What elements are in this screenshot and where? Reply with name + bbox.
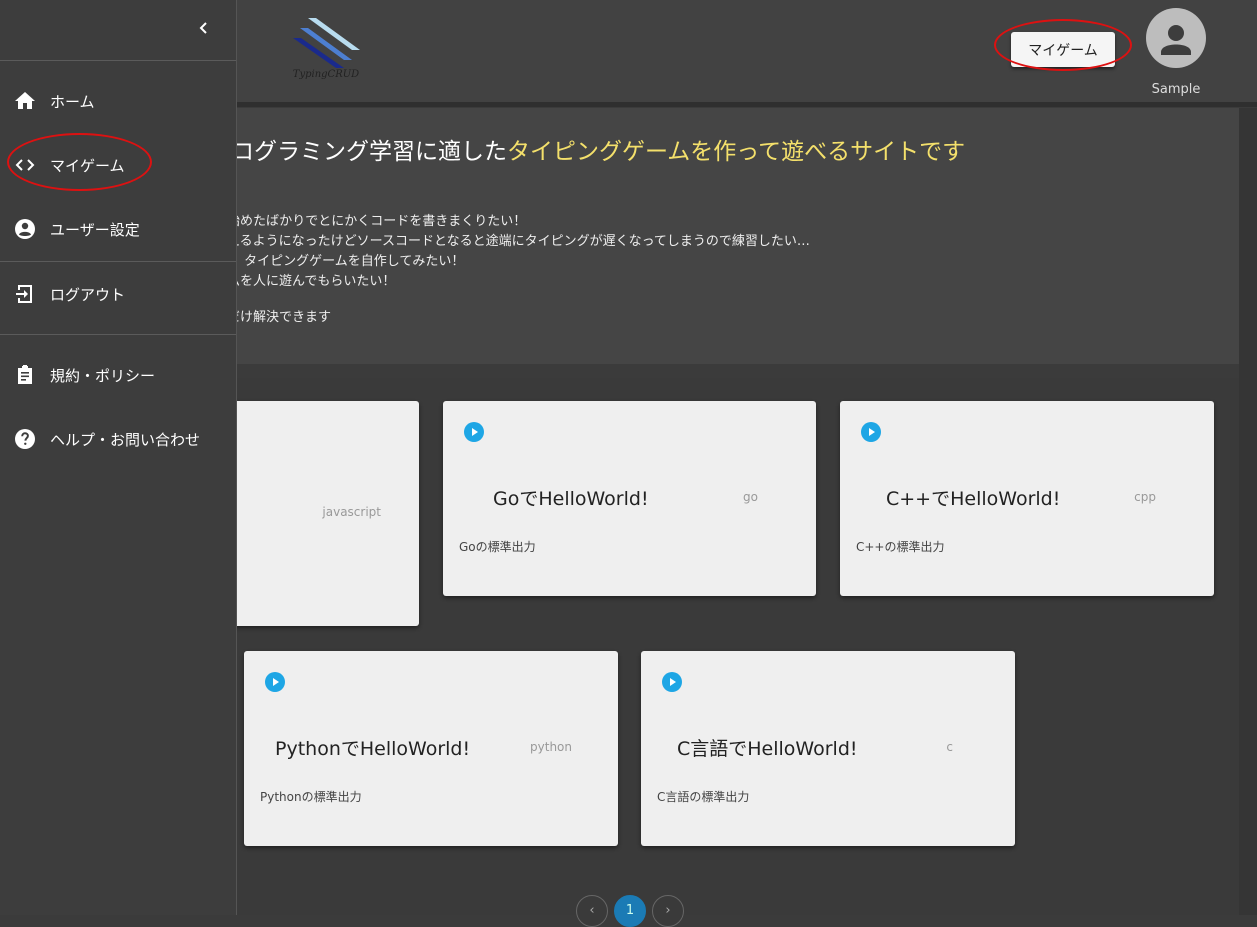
sidebar-item-terms[interactable]: 規約・ポリシー [0,351,236,399]
clipboard-icon [18,365,32,384]
sidebar-item-label: ヘルプ・お問い合わせ [50,431,201,449]
hero-line: えるようになったけどソースコードとなると途端にタイピングが遅くなってしまうので練… [237,234,810,249]
navigation-drawer: ホーム マイゲーム ユーザー設定 ログアウト 規約・ポリシー ヘルプ・お問い合わ… [0,0,237,915]
divider [0,261,236,262]
typingcrud-logo[interactable]: TypingCRUD [290,14,362,86]
avatar[interactable] [1146,8,1206,68]
hero-title: ログラミング学習に適したタイピングゲームを作って遊べるサイトです [237,132,965,166]
sidebar-item-label: ログアウト [50,286,126,304]
logout-icon [16,285,32,303]
pagination-next-button[interactable]: › [652,895,684,927]
hero-section: ログラミング学習に適したタイピングゲームを作って遊べるサイトです 始めたばかりで… [237,108,1239,364]
hero-line: ムを人に遊んでもらいたい！ [237,274,396,289]
card-description: Goの標準出力 [459,540,536,554]
hero-footer: だけ解決できます [237,310,332,325]
game-card-go[interactable]: GoでHelloWorld! go Goの標準出力 [443,401,816,596]
help-icon [15,429,35,449]
card-title: C言語でHelloWorld! [677,738,858,760]
card-language: go [743,490,758,504]
account-circle-icon [15,219,35,239]
sidebar-item-user-settings[interactable]: ユーザー設定 [0,205,236,253]
hero-title-accent: タイピングゲームを作って遊べるサイトです [507,139,966,165]
pagination-prev-button[interactable]: ‹ [576,895,608,927]
pagination-page-1[interactable]: 1 [614,895,646,927]
hero-title-plain: ログラミング学習に適した [237,139,507,165]
hero-line: 始めたばかりでとにかくコードを書きまくりたい！ [237,214,527,229]
sidebar-item-label: ホーム [50,93,95,111]
card-language: python [530,740,572,754]
card-language: c [946,740,953,754]
logo-icon [293,18,360,68]
card-description: C++の標準出力 [856,540,945,554]
chevron-left-icon [199,22,207,34]
logo-text: TypingCRUD [292,69,360,80]
game-card-javascript[interactable]: javascript [217,401,419,626]
card-language: javascript [322,505,381,519]
card-title: GoでHelloWorld! [493,488,649,510]
hero-line: く タイピングゲームを自作してみたい！ [237,254,465,269]
play-icon[interactable] [861,422,881,442]
divider [0,334,236,335]
sidebar-item-label: ユーザー設定 [50,221,140,239]
sidebar-item-logout[interactable]: ログアウト [0,270,236,318]
annotation-circle [994,19,1132,71]
play-icon[interactable] [265,672,285,692]
collapse-drawer-button[interactable] [192,16,216,40]
sidebar-item-label: 規約・ポリシー [50,367,156,385]
divider [0,60,236,61]
game-list: javascript GoでHelloWorld! go Goの標準出力 C++… [217,378,1239,915]
card-title: PythonでHelloWorld! [275,738,471,760]
play-icon[interactable] [662,672,682,692]
person-icon [1161,25,1191,55]
scrollbar[interactable] [1239,108,1257,915]
card-description: C言語の標準出力 [657,790,750,804]
hero-list: 始めたばかりでとにかくコードを書きまくりたい！ えるようになったけどソースコード… [237,212,810,292]
play-icon[interactable] [464,422,484,442]
sidebar-item-home[interactable]: ホーム [0,77,236,125]
sidebar-item-help[interactable]: ヘルプ・お問い合わせ [0,415,236,463]
game-card-python[interactable]: PythonでHelloWorld! python Pythonの標準出力 [244,651,618,846]
username-label: Sample [1151,82,1201,97]
card-description: Pythonの標準出力 [260,790,362,804]
game-card-cpp[interactable]: C++でHelloWorld! cpp C++の標準出力 [840,401,1214,596]
annotation-circle [7,133,152,191]
card-title: C++でHelloWorld! [886,488,1061,510]
game-card-c[interactable]: C言語でHelloWorld! c C言語の標準出力 [641,651,1015,846]
home-icon [15,92,35,109]
card-language: cpp [1134,490,1156,504]
